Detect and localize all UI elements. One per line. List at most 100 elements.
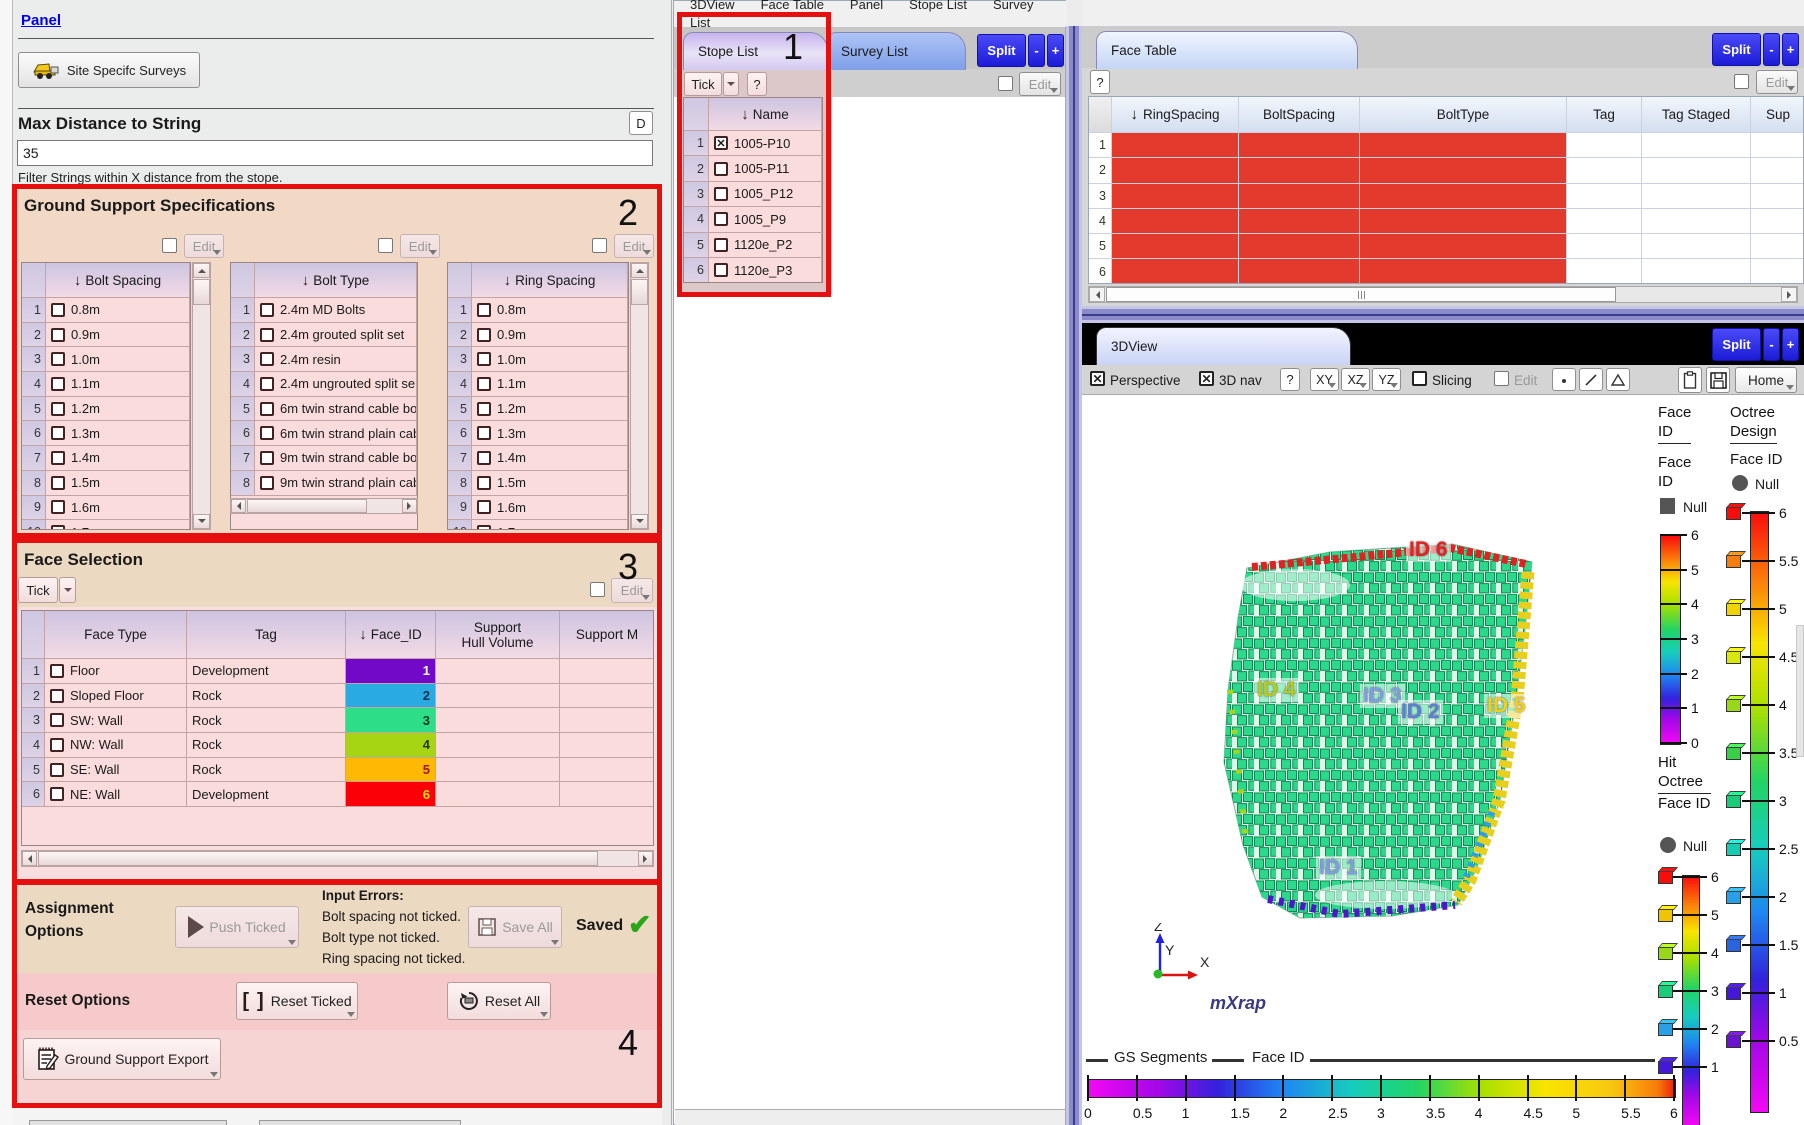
middle-bottom-strip [675,1109,1065,1125]
tick-mark [1185,1075,1187,1101]
column-header-label: Sup [1766,107,1790,122]
tick-label: 2 [1779,889,1787,905]
legend-cube [1726,843,1741,856]
mesh-label-id-1: ID 1 [1316,856,1361,880]
minimize-button[interactable]: - [1763,33,1780,66]
tab-survey-list[interactable]: Survey List [826,32,966,70]
tick-label: 5 [1711,907,1719,923]
face-table-help-button[interactable]: ? [1090,70,1110,94]
legend-dash [1212,1059,1244,1062]
view3d-edit-checkbox[interactable] [1494,371,1509,386]
scroll-thumb[interactable] [1106,287,1616,302]
scroll-right-button[interactable] [1781,287,1797,302]
minimize-button[interactable]: - [1763,328,1780,361]
tab-face-table[interactable]: Face Table [1096,31,1358,69]
perspective-label: Perspective [1110,373,1181,388]
maximize-button[interactable]: + [1047,34,1064,67]
face-table-header: ↓RingSpacingBoltSpacingBoltTypeTagTag St… [1089,97,1803,133]
column-header[interactable]: ↓RingSpacing [1112,97,1239,133]
face-table-row: 6 [1089,259,1803,284]
face-table: ↓RingSpacingBoltSpacingBoltTypeTagTag St… [1088,96,1804,284]
tick-mark [1660,603,1687,605]
column-header: Tag Staged [1642,97,1751,133]
face-table-edit-button[interactable]: Edit [1756,70,1798,94]
xz-view-button[interactable]: XZ [1341,368,1370,391]
empty-cell [1642,209,1751,234]
hit-octree-legend-title-line: Octree [1658,772,1711,794]
site-specific-surveys-button[interactable]: Site Specifc Surveys [18,52,200,88]
tab-3dview[interactable]: 3DView [1096,327,1351,365]
scroll-left-button[interactable] [1089,287,1105,302]
home-button[interactable]: Home [1735,367,1797,393]
chevron-down-icon [1050,88,1058,93]
slicing-label: Slicing [1432,373,1472,388]
yz-view-button[interactable]: YZ [1372,368,1401,391]
window-tab-stope-list[interactable]: Stope List [909,0,967,12]
minimize-button[interactable]: - [1028,34,1045,67]
red-cell [1360,158,1567,183]
legend-cube [1726,939,1741,952]
panel-link[interactable]: Panel [21,12,61,29]
legend-cube [1658,1061,1673,1074]
view3d-help-button[interactable]: ? [1280,368,1300,391]
column-header-label: Tag [1593,107,1615,122]
tick-mark [1527,1075,1529,1101]
tick-label: 0.5 [1133,1105,1152,1121]
surveys-button-label: Site Specifc Surveys [67,63,186,78]
legend-cube [1658,985,1673,998]
tick-mark [1742,752,1775,754]
view3d-tab-label: 3DView [1111,339,1157,354]
horizontal-splitter[interactable] [1082,306,1804,323]
red-cell [1112,234,1239,259]
tick-label: 2 [1711,1021,1719,1037]
split-button[interactable]: Split [1712,33,1761,66]
d-button[interactable]: D [629,111,653,135]
split-button[interactable]: Split [1712,328,1761,361]
point-icon [1559,375,1569,385]
tick-label: 2.5 [1779,841,1798,857]
tick-mark [1624,1075,1626,1101]
save-view-button[interactable] [1706,367,1730,393]
face-table-row: 4 [1089,209,1803,234]
vertical-splitter[interactable] [1066,26,1082,1125]
face-table-edit-checkbox[interactable] [1734,74,1749,89]
slicing-checkbox[interactable] [1412,371,1427,386]
axis-y-label: Y [1165,942,1175,958]
octree-design-legend-title-line: Design [1730,422,1777,444]
bottom-colorbar [1088,1079,1676,1098]
tick-mark [1742,1040,1775,1042]
line-tool-button[interactable] [1579,368,1603,391]
perspective-checkbox[interactable]: ✕ [1090,371,1105,386]
maximize-button[interactable]: + [1782,33,1799,66]
triangle-tool-button[interactable] [1606,368,1630,391]
column-header: BoltType [1360,97,1567,133]
stope-edit-button[interactable]: Edit [1019,72,1061,96]
maximize-button[interactable]: + [1782,328,1799,361]
red-cell [1239,234,1360,259]
clipboard-button[interactable] [1678,367,1702,393]
sort-arrow-icon: ↓ [1130,106,1138,123]
nav-checkbox[interactable]: ✕ [1199,371,1214,386]
viewport-right-gutter [1796,625,1804,757]
xy-view-button[interactable]: XY [1310,368,1339,391]
view3d-viewport[interactable]: ID 6ID 4ID 3ID 2ID 5ID 1 Z Y X mXrap Fac… [1082,395,1804,1125]
null-label: Null [1683,838,1707,854]
max-distance-label: Max Distance to String [18,114,201,134]
line-icon [1584,373,1598,387]
face-table-hscrollbar[interactable] [1088,286,1798,303]
window-tab-face-table[interactable]: Face Table [761,0,824,12]
save-icon [1710,372,1727,389]
empty-cell: 3 [1089,184,1112,209]
split-button[interactable]: Split [977,34,1026,67]
tick-mark [1673,990,1707,992]
annotation-box-2 [12,184,662,538]
tick-label: 6 [1691,527,1699,543]
tick-label: 5.5 [1779,553,1798,569]
window-tab-panel[interactable]: Panel [850,0,883,12]
point-tool-button[interactable] [1552,368,1576,391]
hit-octree-legend-title: HitOctreeFace ID [1658,753,1711,813]
stope-edit-checkbox[interactable] [998,76,1013,91]
tick-mark [1673,1028,1707,1030]
max-distance-input[interactable]: 35 [17,140,653,166]
window-tab-3dview[interactable]: 3DView [690,0,735,12]
